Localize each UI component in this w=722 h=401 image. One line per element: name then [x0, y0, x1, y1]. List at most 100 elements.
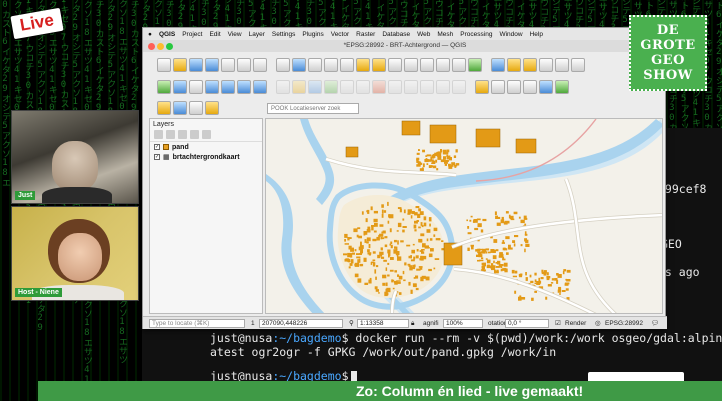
- menu-view[interactable]: View: [228, 31, 242, 38]
- measure-icon[interactable]: [571, 58, 585, 72]
- add-wms-icon[interactable]: [237, 80, 251, 94]
- filter-legend-icon[interactable]: [190, 130, 199, 139]
- menu-project[interactable]: Project: [182, 31, 202, 38]
- layer-visibility-checkbox[interactable]: ✓: [154, 154, 160, 160]
- coordinate-field[interactable]: 207090,448226: [259, 319, 343, 328]
- python-console-icon[interactable]: [539, 80, 553, 94]
- close-window-icon[interactable]: [148, 43, 155, 50]
- render-checkbox[interactable]: ☑: [555, 319, 561, 328]
- new-bookmark-icon[interactable]: [436, 58, 450, 72]
- select-features-icon[interactable]: [507, 58, 521, 72]
- move-label-icon[interactable]: [523, 80, 537, 94]
- zoom-in-icon[interactable]: [308, 58, 322, 72]
- open-layer-styling-icon[interactable]: [154, 130, 163, 139]
- locate-search-input[interactable]: Type to locate (⌘K): [149, 319, 245, 328]
- plugins-icon[interactable]: [555, 80, 569, 94]
- add-spatialite-icon[interactable]: [205, 80, 219, 94]
- apple-icon[interactable]: ●: [148, 31, 152, 38]
- delete-selected-icon[interactable]: [372, 80, 386, 94]
- pan-to-selection-icon[interactable]: [292, 58, 306, 72]
- crs-icon[interactable]: ◎: [595, 319, 601, 328]
- lock-scale-icon[interactable]: 🔒︎: [411, 319, 414, 328]
- locatieserver-search-input[interactable]: POOK Locatieserver zoek: [267, 103, 359, 114]
- menu-qgis[interactable]: QGIS: [159, 31, 175, 38]
- menu-database[interactable]: Database: [382, 31, 410, 38]
- add-raster-layer-icon[interactable]: [173, 80, 187, 94]
- print-layout-icon[interactable]: [221, 58, 235, 72]
- undo-icon[interactable]: [436, 80, 450, 94]
- deselect-icon[interactable]: [523, 58, 537, 72]
- layer-item-brtachtergrondkaart[interactable]: ✓ ▦ brtachtergrondkaart: [150, 152, 262, 162]
- add-delimited-text-icon[interactable]: [189, 80, 203, 94]
- menu-help[interactable]: Help: [530, 31, 543, 38]
- manage-map-themes-icon[interactable]: [178, 130, 187, 139]
- new-shapefile-icon[interactable]: [205, 101, 219, 115]
- current-edits-icon[interactable]: [276, 80, 290, 94]
- minimize-window-icon[interactable]: [157, 43, 164, 50]
- label-tool-icon[interactable]: [475, 80, 489, 94]
- save-edits-icon[interactable]: [308, 80, 322, 94]
- menu-web[interactable]: Web: [417, 31, 430, 38]
- zoom-out-icon[interactable]: [324, 58, 338, 72]
- vertex-tool-icon[interactable]: [356, 80, 370, 94]
- building: [467, 226, 470, 229]
- zoom-full-icon[interactable]: [340, 58, 354, 72]
- rotation-field[interactable]: 0,0 °: [505, 319, 549, 328]
- menu-edit[interactable]: Edit: [209, 31, 220, 38]
- add-group-icon[interactable]: [189, 101, 203, 115]
- menu-raster[interactable]: Raster: [356, 31, 375, 38]
- zoom-next-icon[interactable]: [420, 58, 434, 72]
- zoom-native-icon[interactable]: [388, 58, 402, 72]
- new-project-icon[interactable]: [157, 58, 171, 72]
- menu-mesh[interactable]: Mesh: [437, 31, 453, 38]
- qgis-window[interactable]: ● QGIS Project Edit View Layer Settings Plugin…: [142, 27, 667, 329]
- zoom-to-selection-icon[interactable]: [356, 58, 370, 72]
- building: [487, 264, 490, 269]
- zoom-window-icon[interactable]: [166, 43, 173, 50]
- crs-label[interactable]: EPSG:28992: [605, 319, 643, 328]
- layout-manager-icon[interactable]: [237, 58, 251, 72]
- pan-map-icon[interactable]: [276, 58, 290, 72]
- pin-labels-icon[interactable]: [491, 80, 505, 94]
- cut-features-icon[interactable]: [388, 80, 402, 94]
- map-canvas[interactable]: [265, 118, 663, 314]
- copy-features-icon[interactable]: [404, 80, 418, 94]
- add-vector-layer-icon[interactable]: [157, 80, 171, 94]
- menu-window[interactable]: Window: [499, 31, 522, 38]
- layer-visibility-checkbox[interactable]: ✓: [154, 144, 160, 150]
- layer-item-pand[interactable]: ✓ pand: [150, 142, 262, 152]
- field-calculator-icon[interactable]: [539, 58, 553, 72]
- move-feature-icon[interactable]: [340, 80, 354, 94]
- select-by-area-icon[interactable]: [157, 101, 171, 115]
- menu-processing[interactable]: Processing: [460, 31, 492, 38]
- menu-settings[interactable]: Settings: [272, 31, 296, 38]
- magnifier-field[interactable]: 100%: [443, 319, 483, 328]
- style-manager-icon[interactable]: [253, 58, 267, 72]
- show-bookmarks-icon[interactable]: [452, 58, 466, 72]
- building: [534, 272, 537, 276]
- paste-features-icon[interactable]: [420, 80, 434, 94]
- toggle-editing-icon[interactable]: [292, 80, 306, 94]
- identify-icon[interactable]: [491, 58, 505, 72]
- refresh-icon[interactable]: [468, 58, 482, 72]
- messages-icon[interactable]: 💬︎: [651, 319, 659, 328]
- zoom-last-icon[interactable]: [404, 58, 418, 72]
- scale-field[interactable]: 1:13358: [357, 319, 409, 328]
- expand-all-icon[interactable]: [202, 130, 211, 139]
- show-labels-icon[interactable]: [507, 80, 521, 94]
- select-by-value-icon[interactable]: [173, 101, 187, 115]
- redo-icon[interactable]: [452, 80, 466, 94]
- menu-plugins[interactable]: Plugins: [302, 31, 323, 38]
- save-as-icon[interactable]: [205, 58, 219, 72]
- attribute-table-icon[interactable]: [555, 58, 569, 72]
- add-postgis-icon[interactable]: [221, 80, 235, 94]
- add-wfs-icon[interactable]: [253, 80, 267, 94]
- menu-vector[interactable]: Vector: [331, 31, 349, 38]
- add-group-icon[interactable]: [166, 130, 175, 139]
- building: [387, 249, 391, 254]
- open-project-icon[interactable]: [173, 58, 187, 72]
- add-feature-icon[interactable]: [324, 80, 338, 94]
- menu-layer[interactable]: Layer: [249, 31, 265, 38]
- zoom-to-layer-icon[interactable]: [372, 58, 386, 72]
- save-project-icon[interactable]: [189, 58, 203, 72]
